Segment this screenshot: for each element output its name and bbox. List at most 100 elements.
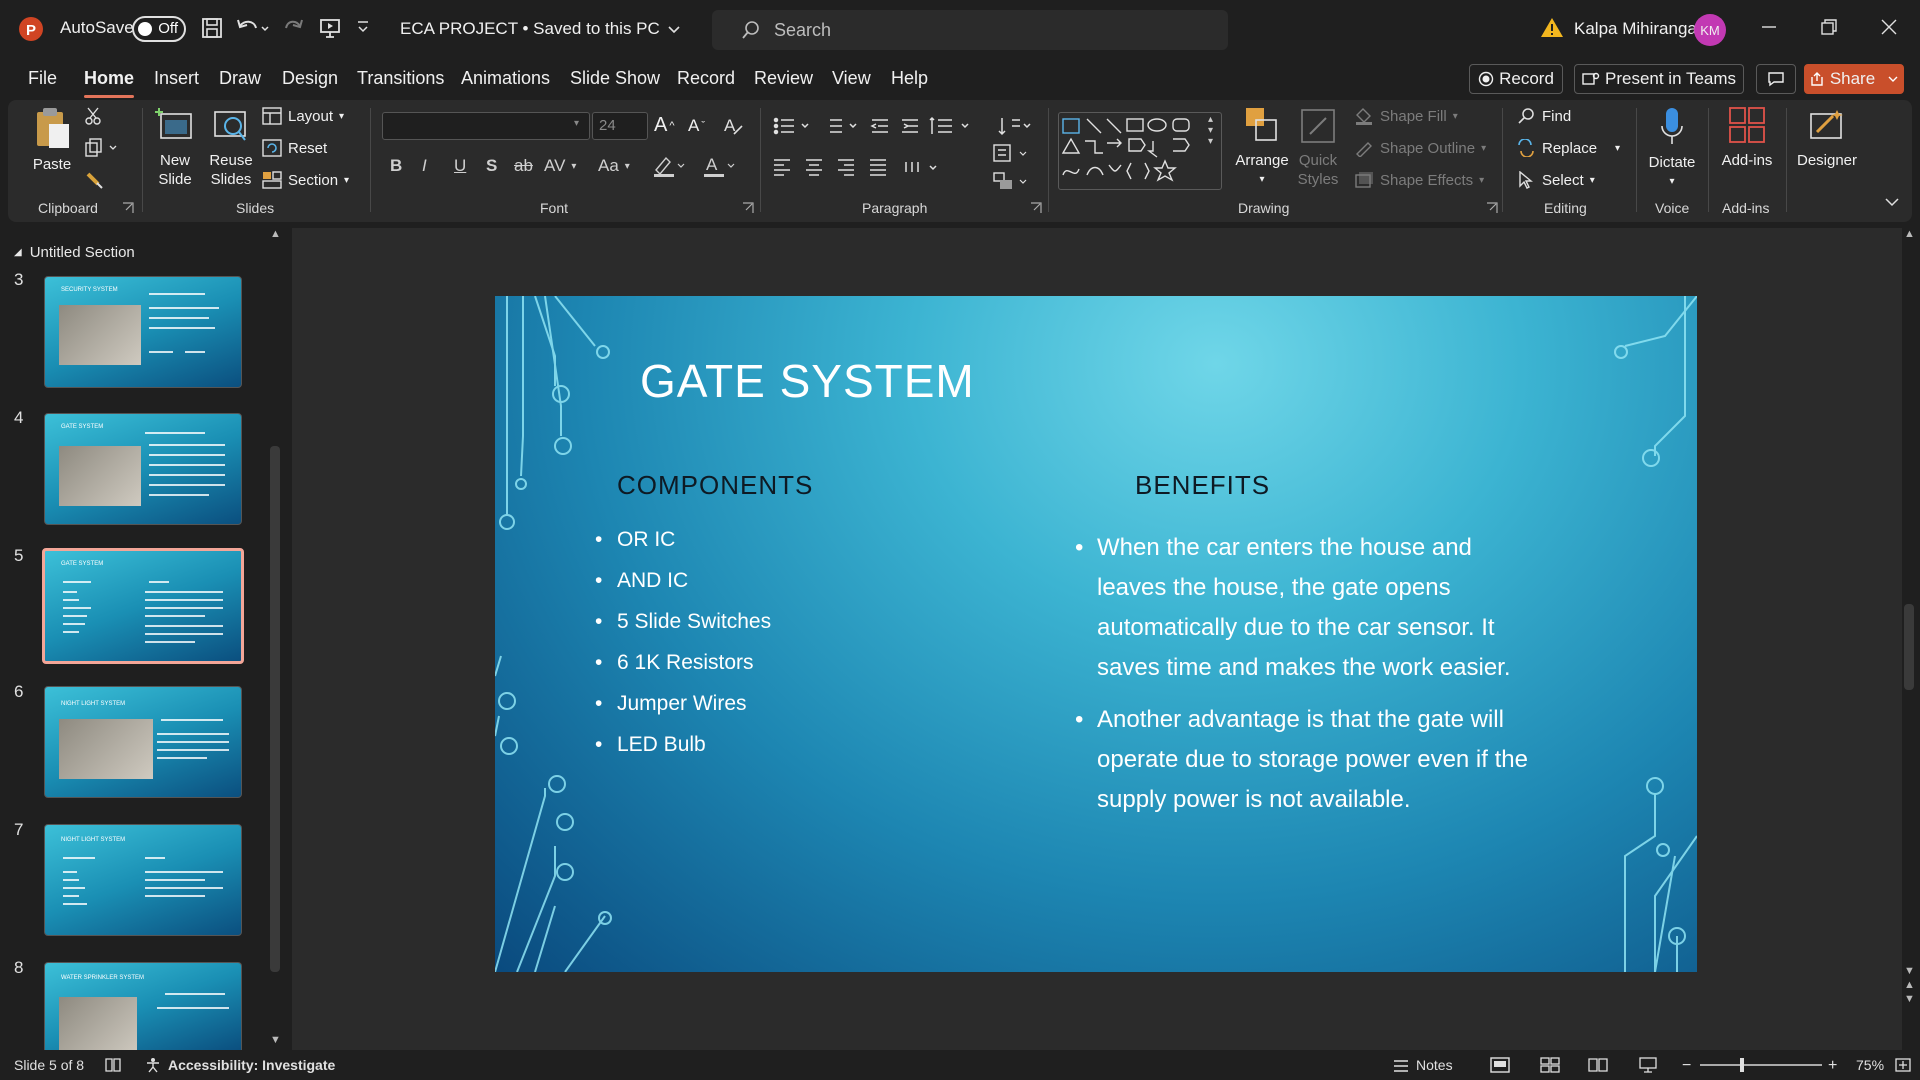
chevron-down-icon[interactable]: ▾ bbox=[574, 118, 579, 129]
smartart-icon[interactable] bbox=[992, 170, 1032, 192]
share-button[interactable]: Share bbox=[1804, 64, 1904, 94]
dictate-button[interactable]: Dictate ▾ bbox=[1644, 106, 1700, 191]
slide-sorter-icon[interactable] bbox=[1540, 1057, 1560, 1073]
tab-animations[interactable]: Animations bbox=[461, 68, 550, 89]
undo-icon[interactable] bbox=[234, 16, 270, 40]
spelling-icon[interactable] bbox=[104, 1057, 122, 1073]
avatar[interactable]: KM bbox=[1694, 14, 1726, 46]
increase-font-icon[interactable]: A ^ bbox=[654, 114, 675, 137]
new-slide-button[interactable]: New Slide bbox=[150, 106, 200, 189]
scroll-up-icon[interactable]: ▲ bbox=[1904, 228, 1915, 240]
slide-thumbnail-7[interactable]: NIGHT LIGHT SYSTEM bbox=[44, 824, 242, 936]
record-button[interactable]: Record bbox=[1469, 64, 1563, 94]
close-icon[interactable] bbox=[1880, 18, 1898, 36]
font-name-field[interactable] bbox=[382, 112, 590, 140]
slide-thumbnail-3[interactable]: SECURITY SYSTEM bbox=[44, 276, 242, 388]
components-heading[interactable]: COMPONENTS bbox=[617, 470, 813, 501]
present-in-teams-button[interactable]: Present in Teams bbox=[1574, 64, 1744, 94]
zoom-slider-thumb[interactable] bbox=[1740, 1058, 1744, 1072]
reading-view-icon[interactable] bbox=[1588, 1057, 1608, 1073]
section-header[interactable]: ◢ Untitled Section bbox=[14, 244, 135, 261]
tab-insert[interactable]: Insert bbox=[154, 68, 199, 89]
layout-button[interactable]: Layout ▾ bbox=[262, 107, 344, 125]
dialog-launcher-icon[interactable] bbox=[1486, 202, 1498, 214]
shape-outline-button[interactable]: Shape Outline ▾ bbox=[1354, 139, 1486, 157]
zoom-level[interactable]: 75% bbox=[1856, 1057, 1884, 1073]
bold-button[interactable]: B bbox=[390, 156, 402, 176]
tab-help[interactable]: Help bbox=[891, 68, 928, 89]
slide-thumbnail-4[interactable]: GATE SYSTEM bbox=[44, 413, 242, 525]
dialog-launcher-icon[interactable] bbox=[1030, 202, 1042, 214]
customize-qat-icon[interactable] bbox=[356, 20, 370, 36]
autosave-toggle[interactable]: Off bbox=[124, 16, 186, 42]
normal-view-icon[interactable] bbox=[1490, 1057, 1510, 1073]
scroll-down-icon[interactable]: ▼ bbox=[270, 1034, 281, 1046]
gallery-scroll-icon[interactable]: ▴ ▾ ▾ bbox=[1208, 114, 1213, 147]
warning-icon[interactable] bbox=[1540, 16, 1564, 40]
redo-icon[interactable] bbox=[282, 16, 306, 40]
tab-review[interactable]: Review bbox=[754, 68, 813, 89]
zoom-in-icon[interactable]: + bbox=[1828, 1057, 1837, 1075]
character-spacing-button[interactable]: AV ▾ bbox=[544, 156, 576, 176]
tab-design[interactable]: Design bbox=[282, 68, 338, 89]
text-shadow-button[interactable]: S bbox=[486, 156, 497, 176]
slide-thumbnail-5[interactable]: GATE SYSTEM bbox=[42, 548, 244, 664]
shapes-gallery[interactable] bbox=[1058, 112, 1222, 190]
change-case-button[interactable]: Aa ▾ bbox=[598, 156, 630, 176]
notes-button[interactable]: Notes bbox=[1392, 1057, 1453, 1073]
document-title[interactable]: ECA PROJECT • Saved to this PC bbox=[400, 19, 682, 39]
add-ins-button[interactable]: Add-ins bbox=[1716, 106, 1778, 170]
present-from-start-icon[interactable] bbox=[318, 16, 342, 40]
tab-file[interactable]: File bbox=[28, 68, 57, 89]
paste-button[interactable]: Paste bbox=[30, 106, 74, 174]
quick-styles-button[interactable]: Quick Styles bbox=[1288, 106, 1348, 189]
designer-button[interactable]: Designer bbox=[1792, 106, 1862, 170]
tab-slide-show[interactable]: Slide Show bbox=[570, 68, 660, 89]
reuse-slides-button[interactable]: Reuse Slides bbox=[206, 106, 256, 189]
slide-thumbnail-8[interactable]: WATER SPRINKLER SYSTEM bbox=[44, 962, 242, 1050]
arrange-button[interactable]: Arrange ▾ bbox=[1232, 106, 1292, 189]
slide-thumbnail-6[interactable]: NIGHT LIGHT SYSTEM bbox=[44, 686, 242, 798]
underline-button[interactable]: U bbox=[454, 156, 466, 176]
zoom-slider[interactable] bbox=[1700, 1064, 1822, 1066]
italic-button[interactable]: I bbox=[422, 156, 427, 176]
dialog-launcher-icon[interactable] bbox=[742, 202, 754, 214]
scroll-down-icon[interactable]: ▼ ▲ ▼ bbox=[1904, 964, 1915, 1006]
thumbnail-scrollbar[interactable] bbox=[270, 446, 280, 972]
slide-show-icon[interactable] bbox=[1638, 1057, 1658, 1073]
save-icon[interactable] bbox=[200, 16, 224, 40]
fit-to-window-icon[interactable] bbox=[1894, 1057, 1912, 1073]
canvas-scrollbar[interactable] bbox=[1904, 604, 1914, 690]
accessibility-button[interactable]: Accessibility: Investigate bbox=[144, 1057, 335, 1073]
shape-fill-button[interactable]: Shape Fill ▾ bbox=[1354, 107, 1458, 125]
copy-icon[interactable] bbox=[84, 138, 118, 158]
scroll-up-icon[interactable]: ▲ bbox=[270, 228, 281, 240]
zoom-out-icon[interactable]: − bbox=[1682, 1057, 1691, 1075]
benefits-heading[interactable]: BENEFITS bbox=[1135, 470, 1270, 501]
dialog-launcher-icon[interactable] bbox=[122, 202, 134, 214]
slide[interactable]: GATE SYSTEM COMPONENTS BENEFITS OR IC AN… bbox=[495, 296, 1697, 972]
tab-transitions[interactable]: Transitions bbox=[357, 68, 444, 89]
font-size-field[interactable]: 24 bbox=[592, 112, 648, 140]
tab-view[interactable]: View bbox=[832, 68, 871, 89]
shape-effects-button[interactable]: Shape Effects ▾ bbox=[1354, 171, 1484, 189]
tab-record[interactable]: Record bbox=[677, 68, 735, 89]
reset-button[interactable]: Reset bbox=[262, 139, 327, 157]
scissors-icon[interactable] bbox=[84, 106, 104, 126]
comments-button[interactable] bbox=[1756, 64, 1796, 94]
tab-home[interactable]: Home bbox=[84, 68, 135, 98]
slide-title[interactable]: GATE SYSTEM bbox=[640, 354, 975, 408]
components-list[interactable]: OR IC AND IC 5 Slide Switches 6 1K Resis… bbox=[595, 528, 771, 774]
user-name[interactable]: Kalpa Mihiranga bbox=[1574, 19, 1697, 39]
tab-draw[interactable]: Draw bbox=[219, 68, 261, 89]
collapse-ribbon-icon[interactable] bbox=[1884, 196, 1900, 208]
search-input[interactable]: Search bbox=[712, 10, 1228, 50]
format-painter-icon[interactable] bbox=[84, 170, 104, 190]
find-button[interactable]: Find bbox=[1516, 107, 1571, 125]
align-text-icon[interactable] bbox=[992, 142, 1032, 164]
strikethrough-button[interactable]: ab bbox=[514, 156, 533, 176]
decrease-font-icon[interactable]: Aˇ bbox=[688, 116, 705, 136]
font-color-icon[interactable]: A bbox=[702, 154, 736, 178]
benefits-list[interactable]: When the car enters the house and leaves… bbox=[1075, 528, 1545, 832]
minimize-icon[interactable] bbox=[1760, 18, 1778, 36]
